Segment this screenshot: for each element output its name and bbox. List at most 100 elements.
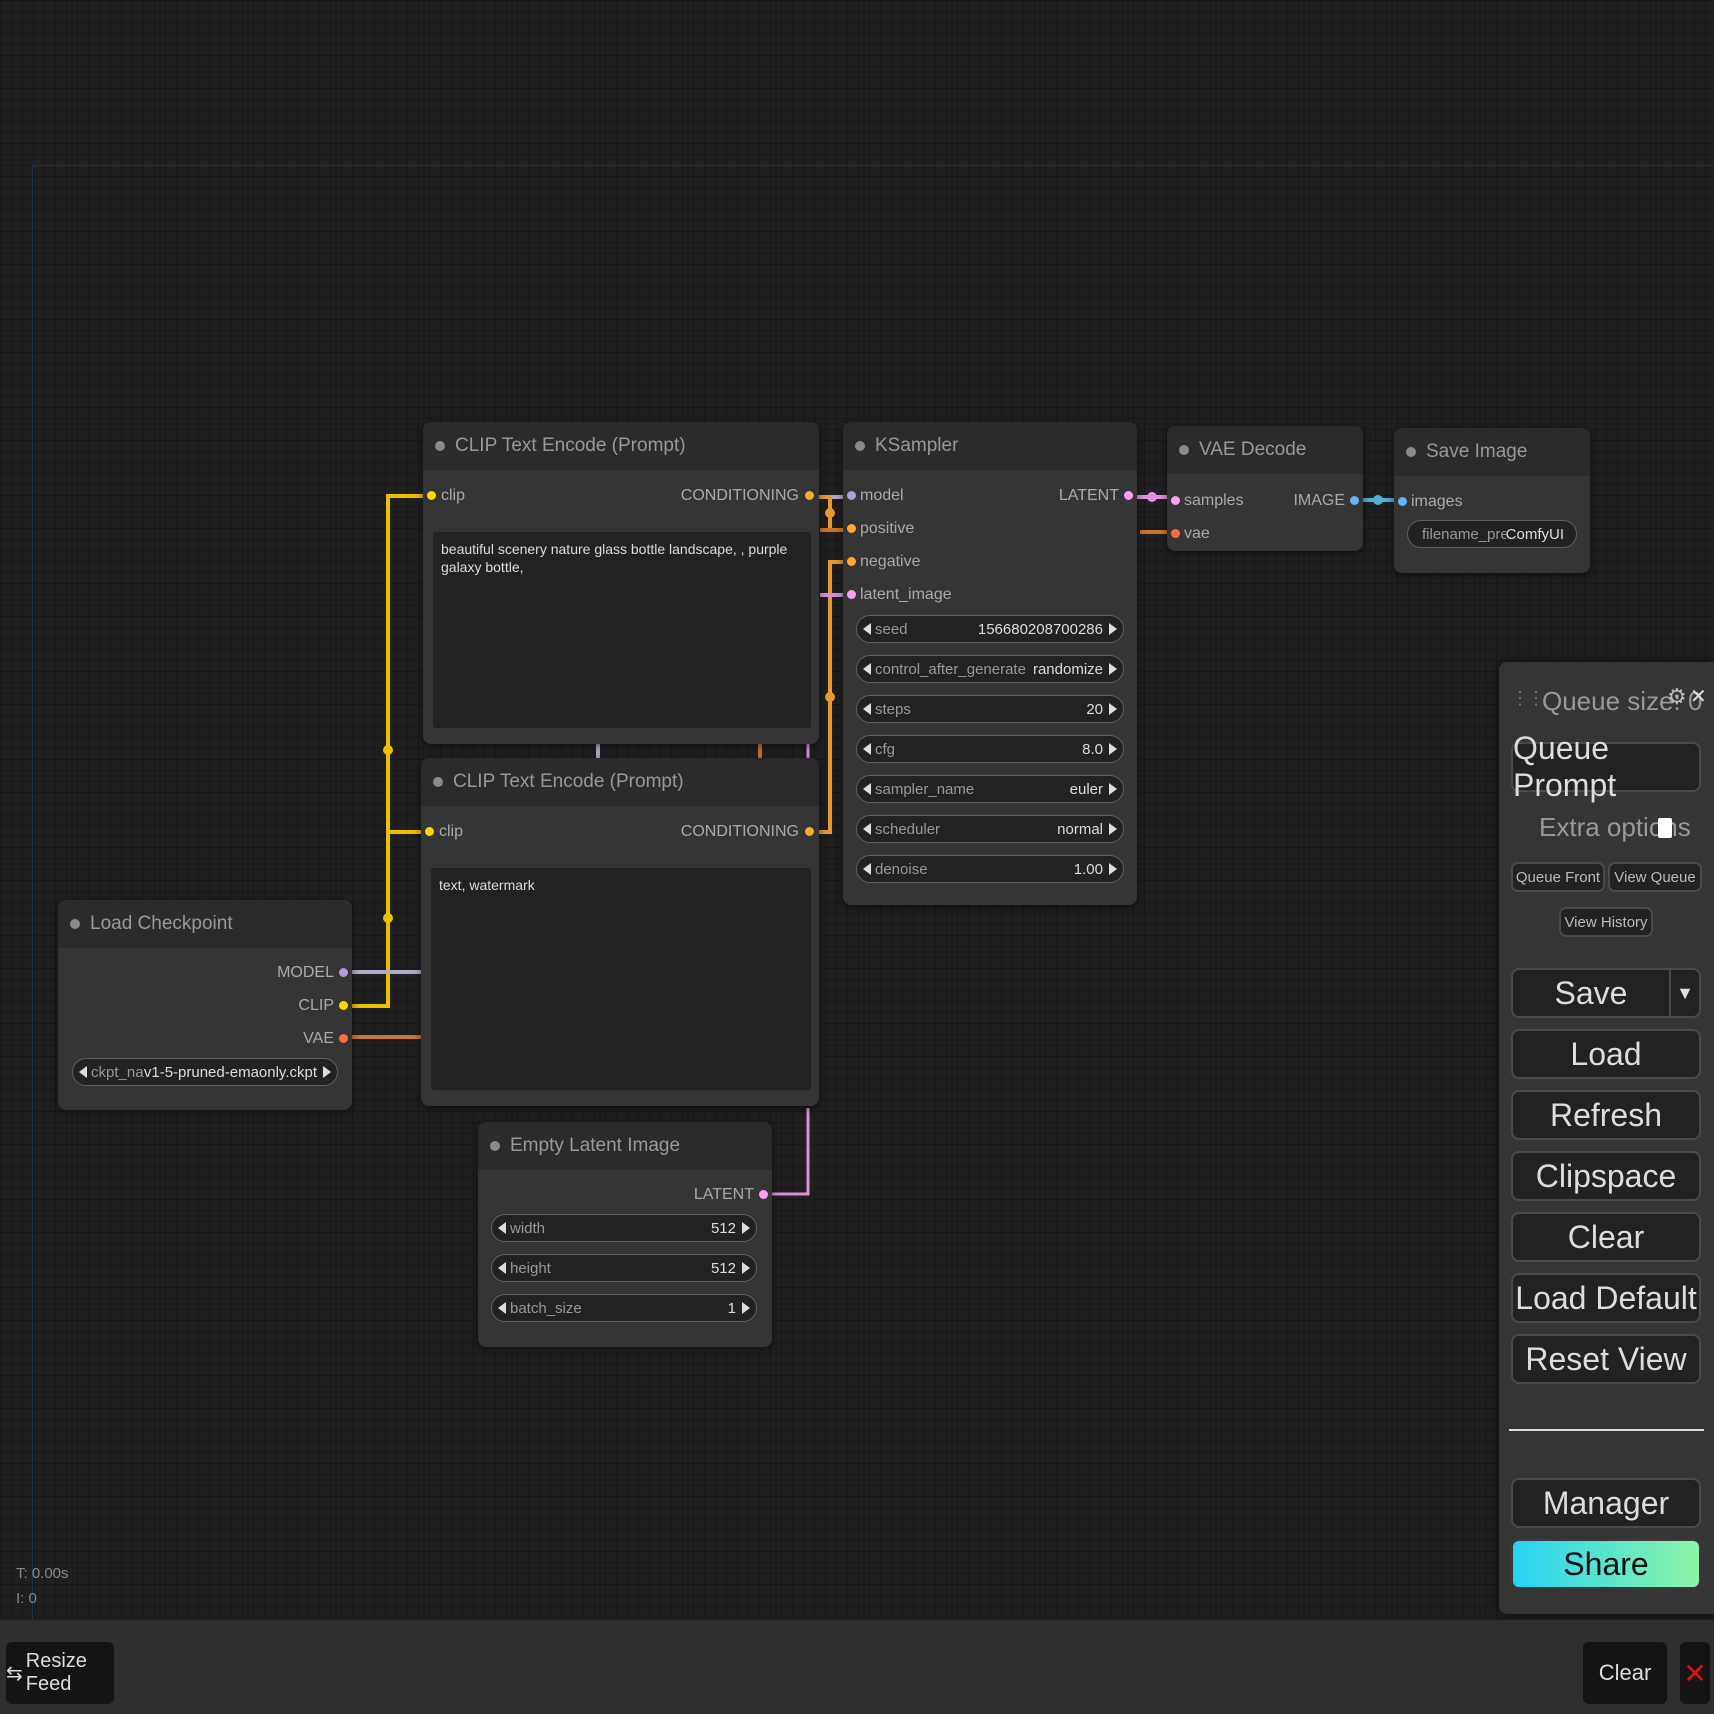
- decrement-arrow[interactable]: [863, 743, 871, 755]
- prompt-textarea[interactable]: text, watermark: [431, 868, 811, 1090]
- output-slot-dot[interactable]: [1124, 491, 1133, 500]
- input-slot-dot[interactable]: [427, 491, 436, 500]
- widget-cfg[interactable]: cfg 8.0: [856, 735, 1124, 763]
- increment-arrow[interactable]: [742, 1262, 750, 1274]
- collapse-dot[interactable]: [435, 441, 445, 451]
- node-save-image[interactable]: Save Image images filename_prefix ComfyU…: [1394, 428, 1590, 573]
- input-slot-label: positive: [860, 520, 915, 537]
- node-vae-decode[interactable]: VAE Decode samples vae IMAGE: [1167, 426, 1363, 551]
- prompt-textarea[interactable]: beautiful scenery nature glass bottle la…: [433, 532, 811, 728]
- input-slot-dot[interactable]: [1171, 496, 1180, 505]
- widget-height[interactable]: height 512: [491, 1254, 757, 1282]
- widget-seed[interactable]: seed 156680208700286: [856, 615, 1124, 643]
- widget-sampler-name[interactable]: sampler_name euler: [856, 775, 1124, 803]
- input-slot-dot[interactable]: [425, 827, 434, 836]
- input-slot-dot[interactable]: [847, 524, 856, 533]
- view-queue-button[interactable]: View Queue: [1608, 862, 1702, 892]
- widget-value: euler: [1069, 780, 1103, 798]
- node-load-checkpoint[interactable]: Load Checkpoint MODEL CLIP VAE ckpt_name…: [58, 900, 352, 1110]
- decrement-arrow[interactable]: [863, 783, 871, 795]
- queue-prompt-button[interactable]: Queue Prompt: [1511, 730, 1701, 803]
- collapse-dot[interactable]: [433, 777, 443, 787]
- decrement-arrow[interactable]: [863, 863, 871, 875]
- drag-handle-icon[interactable]: ⋮⋮: [1511, 688, 1545, 709]
- increment-arrow[interactable]: [1109, 863, 1117, 875]
- output-slot-label: CONDITIONING: [680, 487, 799, 504]
- increment-arrow[interactable]: [1109, 623, 1117, 635]
- output-slot-dot[interactable]: [805, 491, 814, 500]
- output-slot-label: CONDITIONING: [680, 823, 799, 840]
- node-ksampler[interactable]: KSampler model positive negative latent_…: [843, 422, 1137, 905]
- feed-close-icon[interactable]: ✕: [1680, 1642, 1710, 1704]
- decrement-arrow[interactable]: [863, 623, 871, 635]
- reset-view-button[interactable]: Reset View: [1511, 1334, 1701, 1384]
- collapse-dot[interactable]: [855, 441, 865, 451]
- decrement-arrow[interactable]: [498, 1222, 506, 1234]
- node-clip-text-encode-positive[interactable]: CLIP Text Encode (Prompt) clip CONDITION…: [423, 422, 819, 744]
- increment-arrow[interactable]: [323, 1066, 331, 1078]
- increment-arrow[interactable]: [1109, 783, 1117, 795]
- widget-ckpt-name[interactable]: ckpt_name v1-5-pruned-emaonly.ckpt: [72, 1058, 338, 1086]
- decrement-arrow[interactable]: [79, 1066, 87, 1078]
- increment-arrow[interactable]: [1109, 823, 1117, 835]
- output-slot-dot[interactable]: [1350, 496, 1359, 505]
- save-button[interactable]: Save ▼: [1511, 968, 1701, 1018]
- widget-label: ckpt_name: [91, 1063, 144, 1081]
- decrement-arrow[interactable]: [498, 1302, 506, 1314]
- gear-icon[interactable]: ⚙: [1667, 684, 1687, 710]
- queue-front-button[interactable]: Queue Front: [1511, 862, 1605, 892]
- input-slot-dot[interactable]: [847, 557, 856, 566]
- input-slot-dot[interactable]: [1398, 497, 1407, 506]
- output-slot-dot[interactable]: [339, 968, 348, 977]
- load-button[interactable]: Load: [1511, 1029, 1701, 1079]
- output-slot-dot[interactable]: [339, 1001, 348, 1010]
- widget-denoise[interactable]: denoise 1.00: [856, 855, 1124, 883]
- widget-filename-prefix[interactable]: filename_prefix ComfyUI: [1407, 520, 1577, 548]
- save-dropdown-icon[interactable]: ▼: [1669, 970, 1699, 1016]
- widget-label: sampler_name: [875, 780, 975, 798]
- increment-arrow[interactable]: [1109, 743, 1117, 755]
- widget-value: ComfyUI: [1505, 525, 1564, 543]
- decrement-arrow[interactable]: [863, 703, 871, 715]
- widget-value: 8.0: [1082, 740, 1103, 758]
- stats-iterations: I: 0: [16, 1590, 37, 1607]
- increment-arrow[interactable]: [1109, 703, 1117, 715]
- widget-label: batch_size: [510, 1299, 582, 1317]
- node-empty-latent-image[interactable]: Empty Latent Image LATENT width 512 heig…: [478, 1122, 772, 1347]
- decrement-arrow[interactable]: [863, 663, 871, 675]
- load-default-button[interactable]: Load Default: [1511, 1273, 1701, 1323]
- widget-control-after-generate[interactable]: control_after_generate randomize: [856, 655, 1124, 683]
- collapse-dot[interactable]: [490, 1141, 500, 1151]
- output-slot-dot[interactable]: [339, 1034, 348, 1043]
- widget-width[interactable]: width 512: [491, 1214, 757, 1242]
- input-slot-dot[interactable]: [847, 590, 856, 599]
- increment-arrow[interactable]: [1109, 663, 1117, 675]
- input-slot-dot[interactable]: [1171, 529, 1180, 538]
- input-slot-label: clip: [441, 487, 466, 504]
- share-button[interactable]: Share: [1511, 1539, 1701, 1589]
- decrement-arrow[interactable]: [863, 823, 871, 835]
- manager-button[interactable]: Manager: [1511, 1478, 1701, 1528]
- resize-feed-button[interactable]: ⇆ Resize Feed: [6, 1642, 114, 1704]
- widget-steps[interactable]: steps 20: [856, 695, 1124, 723]
- output-slot-dot[interactable]: [805, 827, 814, 836]
- view-history-button[interactable]: View History: [1559, 907, 1653, 937]
- resize-feed-label: Resize Feed: [25, 1650, 87, 1695]
- widget-scheduler[interactable]: scheduler normal: [856, 815, 1124, 843]
- clipspace-button[interactable]: Clipspace: [1511, 1151, 1701, 1201]
- node-clip-text-encode-negative[interactable]: CLIP Text Encode (Prompt) clip CONDITION…: [421, 758, 819, 1106]
- output-slot-dot[interactable]: [759, 1190, 768, 1199]
- input-slot-dot[interactable]: [847, 491, 856, 500]
- collapse-dot[interactable]: [70, 919, 80, 929]
- refresh-button[interactable]: Refresh: [1511, 1090, 1701, 1140]
- extra-options-checkbox[interactable]: [1658, 818, 1672, 838]
- decrement-arrow[interactable]: [498, 1262, 506, 1274]
- clear-button[interactable]: Clear: [1511, 1212, 1701, 1262]
- close-icon[interactable]: ✕: [1690, 684, 1707, 709]
- feed-clear-button[interactable]: Clear: [1583, 1642, 1667, 1704]
- widget-batch-size[interactable]: batch_size 1: [491, 1294, 757, 1322]
- collapse-dot[interactable]: [1406, 447, 1416, 457]
- increment-arrow[interactable]: [742, 1302, 750, 1314]
- increment-arrow[interactable]: [742, 1222, 750, 1234]
- collapse-dot[interactable]: [1179, 445, 1189, 455]
